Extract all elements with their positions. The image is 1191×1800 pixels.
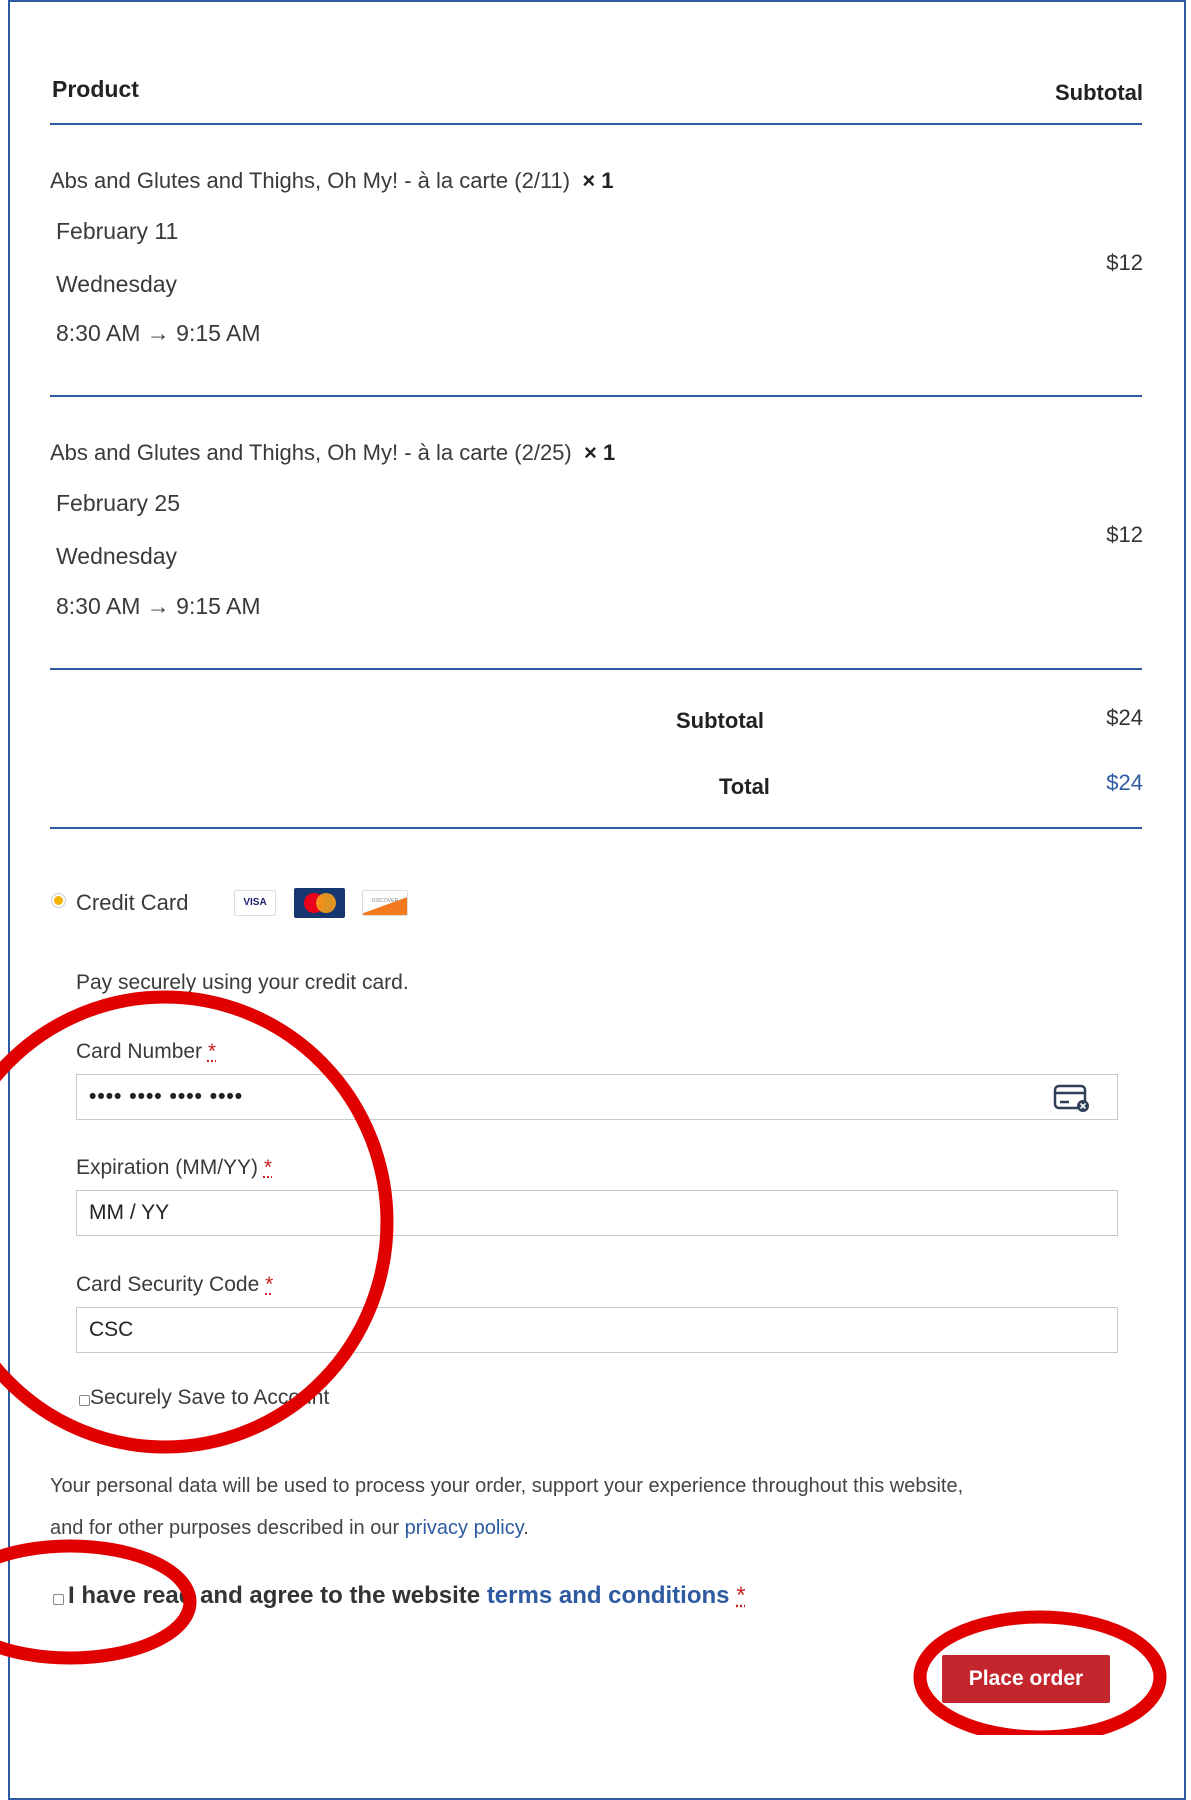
privacy-policy-link[interactable]: privacy policy xyxy=(405,1517,524,1539)
required-mark: * xyxy=(736,1582,746,1609)
privacy-text-prefix: and for other purposes described in our xyxy=(50,1517,400,1539)
item-price: $12 xyxy=(1106,522,1143,547)
item-price: $12 xyxy=(1106,250,1143,275)
card-number-input[interactable]: •••• •••• •••• •••• xyxy=(76,1074,1118,1120)
place-order-button[interactable]: Place order xyxy=(942,1655,1110,1703)
total-label: Total xyxy=(719,774,770,799)
csc-label: Card Security Code * xyxy=(76,1273,273,1297)
item-date: February 11 xyxy=(56,218,179,244)
card-number-label-text: Card Number xyxy=(76,1040,203,1063)
save-to-account-checkbox[interactable] xyxy=(79,1395,90,1406)
column-header-subtotal: Subtotal xyxy=(1055,80,1143,105)
required-mark: * xyxy=(263,1156,273,1179)
product-name: Abs and Glutes and Thighs, Oh My! - à la… xyxy=(50,168,571,193)
credit-card-icon xyxy=(1053,1083,1091,1119)
privacy-text-line1: Your personal data will be used to proce… xyxy=(50,1475,964,1497)
discover-icon: DISCOVER xyxy=(362,890,408,916)
terms-label: I have read and agree to the website ter… xyxy=(68,1582,746,1610)
save-to-account-label[interactable]: Securely Save to Account xyxy=(90,1386,329,1410)
terms-and-conditions-link[interactable]: terms and conditions xyxy=(487,1582,730,1609)
credit-card-radio[interactable] xyxy=(54,896,63,905)
csc-input[interactable]: CSC xyxy=(76,1307,1118,1353)
visa-icon: VISA xyxy=(234,890,276,916)
csc-label-text: Card Security Code xyxy=(76,1273,260,1296)
item-weekday: Wednesday xyxy=(56,543,178,569)
expiration-placeholder: MM / YY xyxy=(89,1201,170,1224)
expiration-input[interactable]: MM / YY xyxy=(76,1190,1118,1236)
expiration-label: Expiration (MM/YY) * xyxy=(76,1156,272,1180)
order-item-title: Abs and Glutes and Thighs, Oh My! - à la… xyxy=(50,168,614,194)
quantity: × 1 xyxy=(582,168,614,193)
total-value: $24 xyxy=(1106,770,1143,795)
subtotal-label: Subtotal xyxy=(676,708,764,733)
divider xyxy=(50,395,1142,397)
product-name: Abs and Glutes and Thighs, Oh My! - à la… xyxy=(50,440,572,465)
card-number-label: Card Number * xyxy=(76,1040,216,1064)
visa-text: VISA xyxy=(243,897,267,908)
terms-checkbox[interactable] xyxy=(53,1594,64,1605)
payment-method-label[interactable]: Credit Card xyxy=(76,890,188,916)
mastercard-icon xyxy=(294,888,345,918)
item-date: February 25 xyxy=(56,490,181,516)
privacy-text-line2: and for other purposes described in our … xyxy=(50,1517,529,1540)
csc-placeholder: CSC xyxy=(89,1318,134,1341)
expiration-label-text: Expiration (MM/YY) xyxy=(76,1156,259,1179)
payment-description: Pay securely using your credit card. xyxy=(76,971,409,994)
required-mark: * xyxy=(207,1040,217,1063)
item-time: 8:30 AM → 9:15 AM xyxy=(56,593,261,619)
column-header-product: Product xyxy=(52,76,139,102)
item-weekday: Wednesday xyxy=(56,271,178,297)
divider xyxy=(50,827,1142,829)
card-number-placeholder: •••• •••• •••• •••• xyxy=(89,1085,244,1108)
divider xyxy=(50,123,1142,125)
subtotal-value: $24 xyxy=(1106,705,1143,730)
required-mark: * xyxy=(265,1273,274,1296)
item-time: 8:30 AM → 9:15 AM xyxy=(56,320,261,346)
divider xyxy=(50,668,1142,670)
terms-text: I have read and agree to the website xyxy=(68,1582,481,1609)
quantity: × 1 xyxy=(583,440,616,465)
discover-text: DISCOVER xyxy=(371,898,399,904)
order-item-title: Abs and Glutes and Thighs, Oh My! - à la… xyxy=(50,440,615,466)
privacy-text-suffix: . xyxy=(523,1517,529,1539)
